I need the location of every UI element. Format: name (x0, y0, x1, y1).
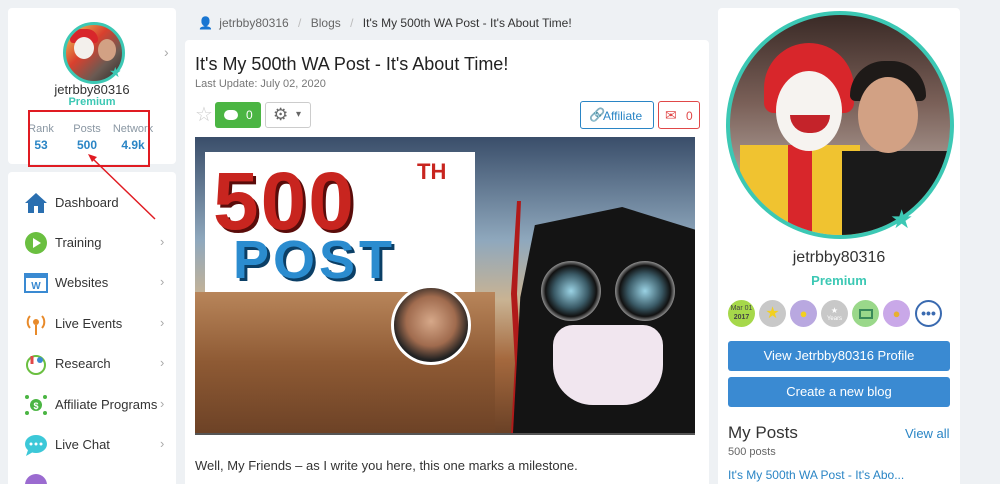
post-last-update: Last Update: July 02, 2020 (195, 78, 326, 90)
affiliate-button[interactable]: 🔗 Affiliate (580, 101, 654, 129)
badge-year: 2017 (733, 314, 750, 321)
badge-years-label: Years (826, 316, 843, 322)
comment-icon (224, 110, 238, 120)
message-count: 0 (686, 109, 693, 123)
goggle-right (615, 261, 675, 321)
sidebar-item-label: Websites (55, 275, 109, 290)
more-badges-icon[interactable]: ••• (915, 300, 942, 327)
broadcast-icon (26, 315, 46, 335)
view-all-link[interactable]: View all (905, 426, 950, 441)
star-icon: ★ (890, 204, 914, 234)
svg-text:$: $ (33, 401, 38, 411)
sidebar-item-partial[interactable] (8, 464, 176, 484)
sidebar-item-live-chat[interactable]: Live Chat › (8, 424, 176, 464)
membership-status: Premium (68, 96, 116, 108)
gear-icon: ⚙ (273, 105, 289, 124)
avatar-face-right (98, 39, 116, 61)
chevron-down-icon: ▾ (296, 109, 302, 120)
help-icon (25, 474, 47, 484)
website-icon: W (24, 273, 48, 293)
chevron-right-icon: › (160, 355, 165, 370)
play-circle-icon (25, 232, 47, 254)
breadcrumb-user[interactable]: jetrbby80316 (219, 16, 288, 30)
sidebar-item-training[interactable]: Training › (8, 222, 176, 262)
avatar-large[interactable] (726, 11, 954, 239)
author-profile-card: ★ jetrbby80316 Premium Mar 01 2017 ★ ● ★… (718, 8, 960, 484)
sidebar-item-label: Training (55, 235, 102, 250)
breadcrumb: 👤 jetrbby80316 / Blogs / It's My 500th W… (198, 16, 572, 30)
portrait-inset (391, 285, 471, 365)
face-mask (553, 325, 663, 405)
chevron-right-icon: › (160, 315, 165, 330)
chevron-right-icon: › (160, 234, 165, 249)
chevron-right-icon: › (160, 396, 165, 411)
affiliate-programs-icon: $ (25, 395, 47, 415)
posts-count: 500 posts (728, 446, 776, 458)
image-text-post: POST (233, 230, 397, 290)
sidebar-nav: Dashboard Training › W Websites › Live E… (8, 172, 176, 484)
create-blog-button[interactable]: Create a new blog (728, 377, 950, 407)
divider (195, 433, 695, 435)
username[interactable]: jetrbby80316 (8, 82, 176, 97)
chat-icon (25, 435, 47, 456)
breadcrumb-separator: / (350, 16, 354, 30)
chevron-right-icon: › (160, 274, 165, 289)
author-status: Premium (811, 273, 867, 288)
sidebar-item-label: Research (55, 356, 111, 371)
sidebar-item-dashboard[interactable]: Dashboard (8, 182, 176, 222)
badge-date: Mar 01 (730, 305, 753, 312)
svg-text:W: W (31, 281, 41, 292)
sidebar-item-label: Dashboard (55, 195, 119, 210)
user-icon: 👤 (198, 16, 213, 30)
years-star-icon: ★ (830, 306, 839, 315)
sidebar-item-label: Live Chat (55, 437, 110, 452)
mail-icon: ✉ (665, 107, 677, 123)
sidebar-item-label: Live Events (55, 316, 123, 331)
home-icon (25, 193, 47, 213)
chevron-right-icon[interactable]: › (164, 44, 169, 60)
research-icon (26, 355, 46, 375)
medal-badge-icon[interactable]: ● (883, 300, 910, 327)
avatar-face (858, 77, 918, 153)
sidebar-item-websites[interactable]: W Websites › (8, 262, 176, 302)
goggle-left (541, 261, 601, 321)
sidebar-item-affiliate-programs[interactable]: $ Affiliate Programs › (8, 384, 176, 424)
message-button[interactable]: ✉ 0 (658, 101, 700, 129)
avatar-clown-face (776, 71, 842, 151)
breadcrumb-separator: / (298, 16, 302, 30)
star-badge-icon[interactable]: ★ (759, 300, 786, 327)
avatar-face-left (74, 37, 94, 59)
latest-post-link[interactable]: It's My 500th WA Post - It's Abo... (728, 468, 904, 482)
breadcrumb-blogs[interactable]: Blogs (311, 16, 341, 30)
image-text-th: TH (417, 159, 447, 184)
breadcrumb-current: It's My 500th WA Post - It's About Time! (362, 16, 572, 30)
sidebar-item-label: Affiliate Programs (55, 397, 158, 412)
affiliate-label: Affiliate (603, 109, 643, 123)
sidebar-item-research[interactable]: Research › (8, 343, 176, 383)
settings-dropdown[interactable]: ⚙ ▾ (265, 102, 311, 128)
favorite-star-icon[interactable]: ☆ (195, 102, 213, 127)
view-profile-button[interactable]: View Jetrbby80316 Profile (728, 341, 950, 371)
highlight-box (28, 110, 150, 167)
comments-button[interactable]: 0 (215, 102, 261, 128)
star-icon: ★ (109, 64, 122, 80)
my-posts-title: My Posts (728, 423, 798, 442)
sidebar-item-live-events[interactable]: Live Events › (8, 303, 176, 343)
post-intro-text: Well, My Friends – as I write you here, … (195, 458, 578, 473)
post-hero-image: 500 TH POST (195, 137, 695, 433)
card-badge-icon[interactable] (852, 300, 879, 327)
comments-count: 0 (246, 108, 253, 122)
author-username[interactable]: jetrbby80316 (718, 249, 960, 267)
chevron-right-icon: › (160, 436, 165, 451)
member-since-badge[interactable]: Mar 01 2017 (728, 300, 755, 327)
person-badge-icon[interactable]: ● (790, 300, 817, 327)
years-badge[interactable]: ★ Years (821, 300, 848, 327)
post-title: It's My 500th WA Post - It's About Time! (195, 54, 509, 74)
post-card: It's My 500th WA Post - It's About Time!… (185, 40, 709, 484)
